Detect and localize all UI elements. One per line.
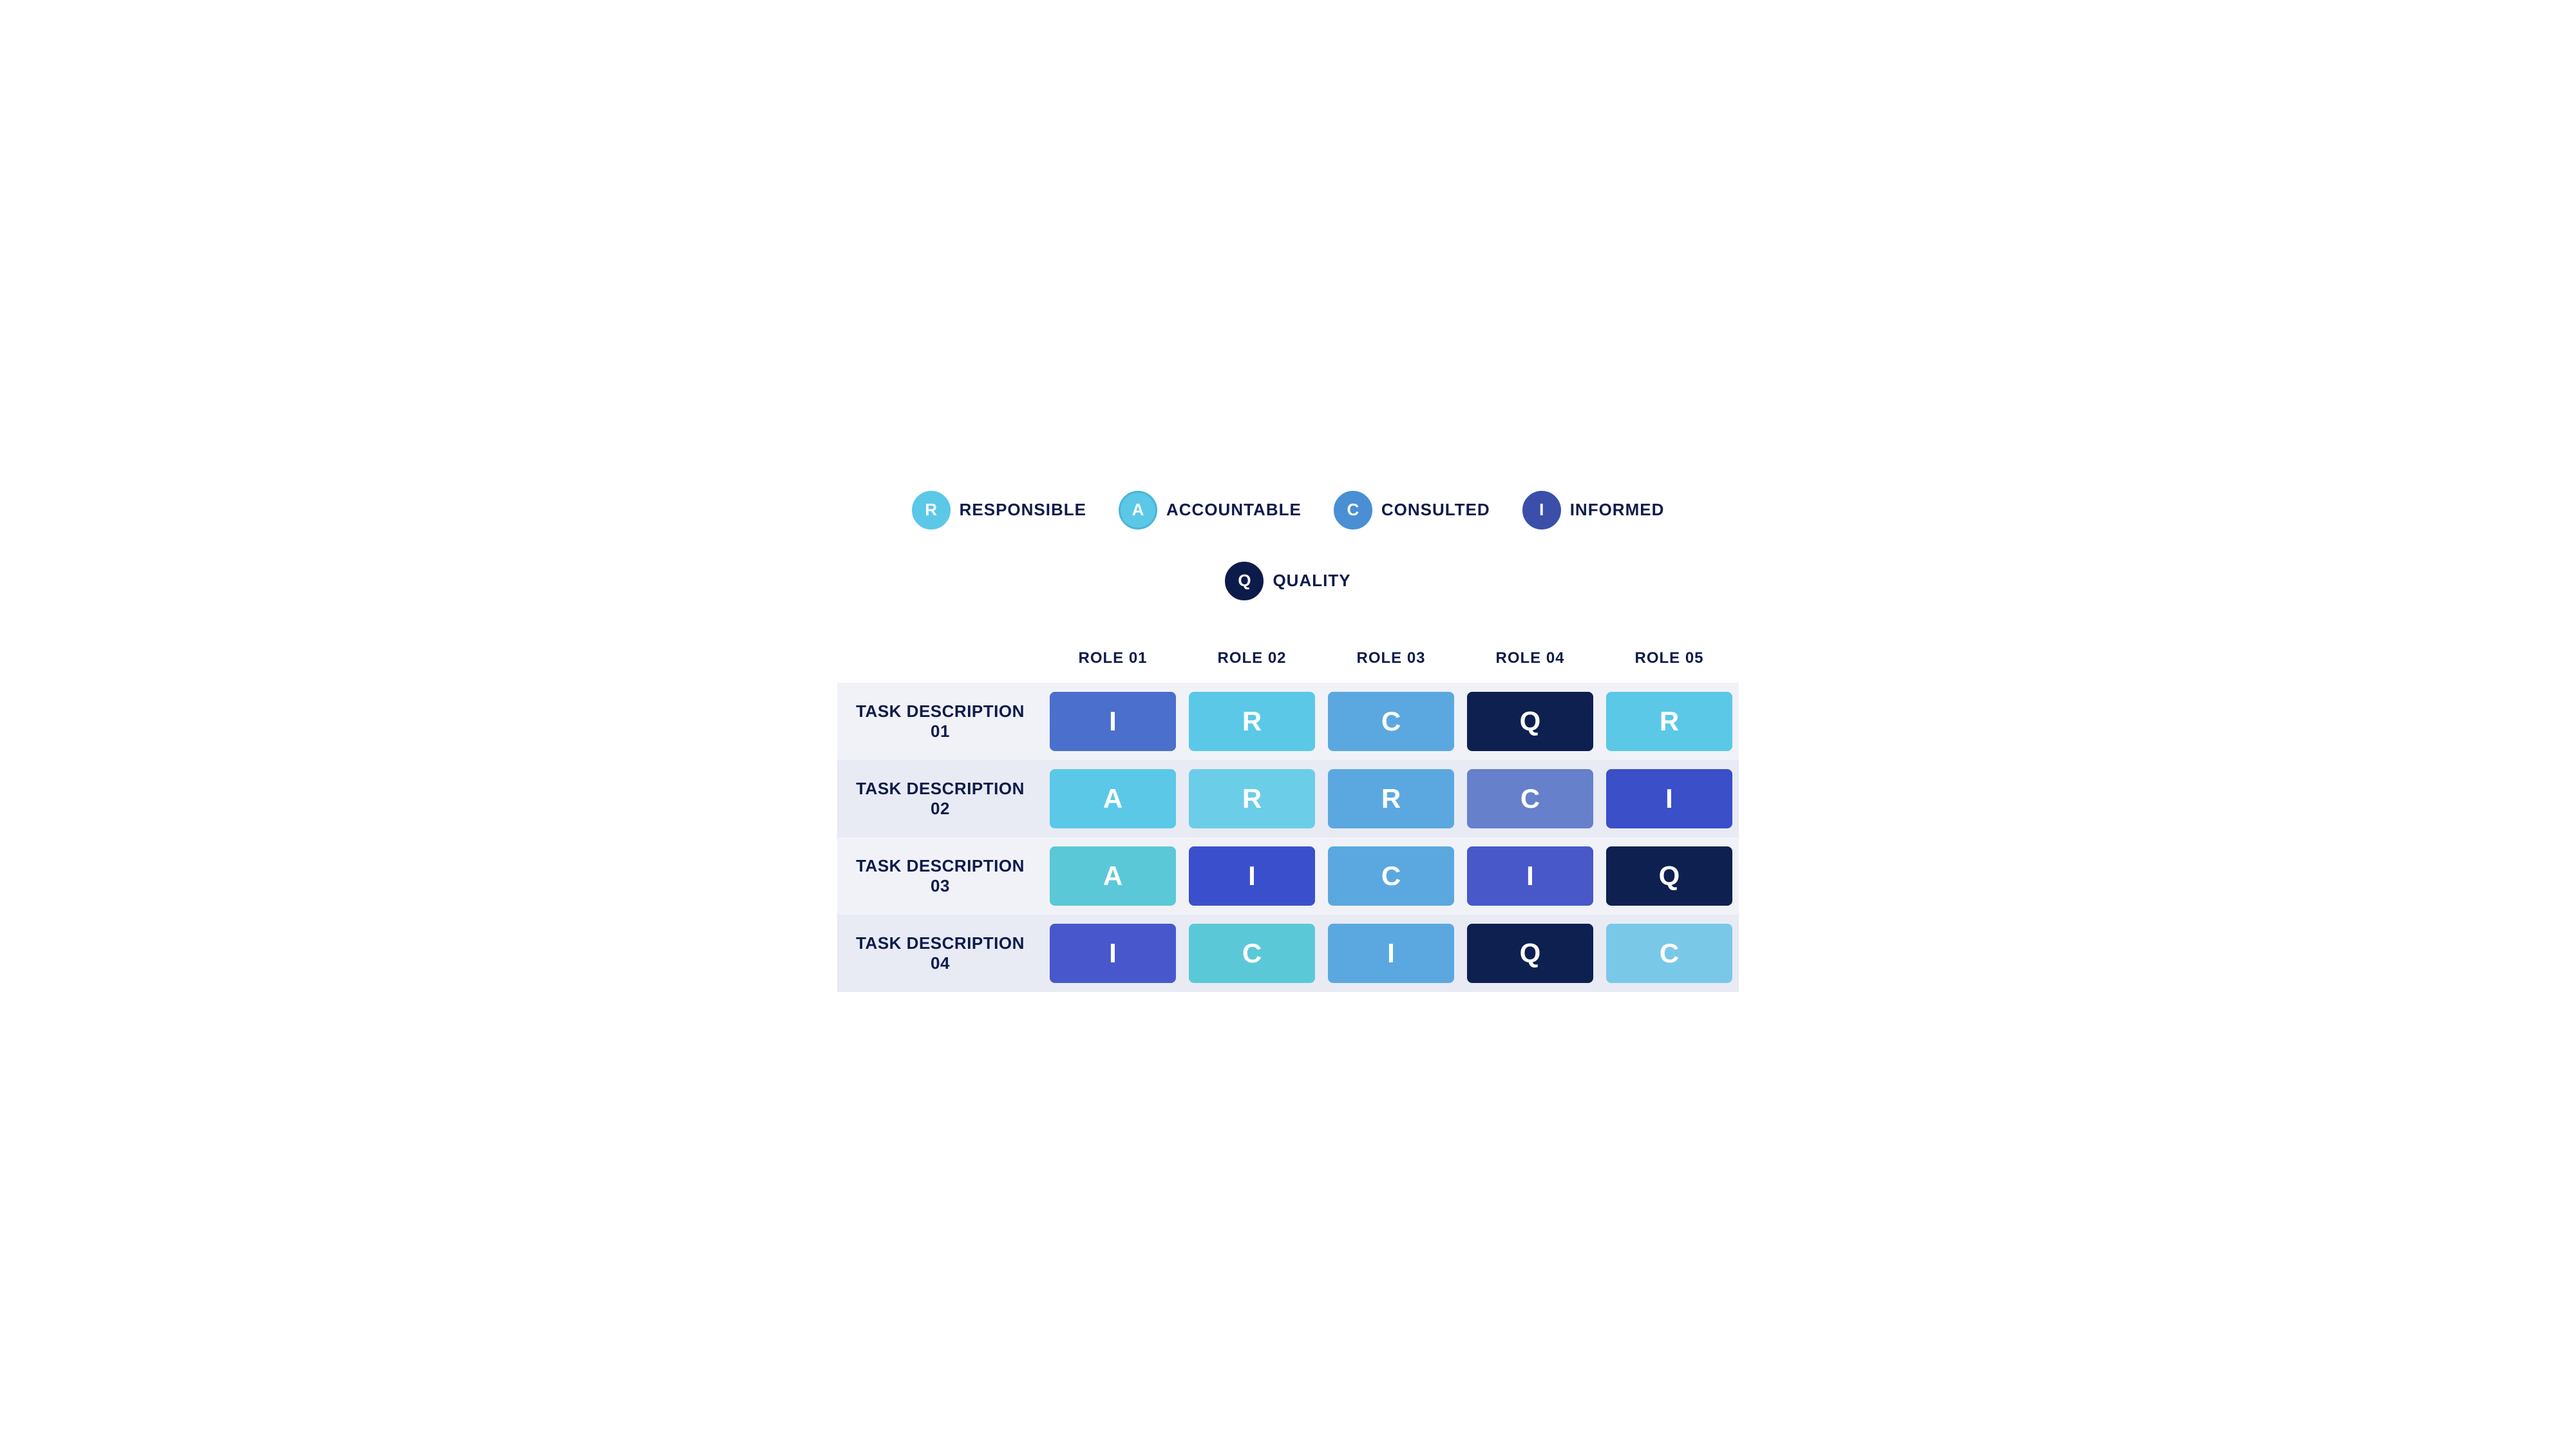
legend-circle-i: I (1522, 491, 1561, 529)
cell-r2-c5: I (1600, 760, 1739, 837)
badge-r3-c2: I (1189, 846, 1315, 906)
badge-r3-c5: Q (1606, 846, 1732, 906)
cell-r3-c5: Q (1600, 837, 1739, 915)
cell-r3-c1: A (1043, 837, 1182, 915)
badge-r2-c4: C (1467, 769, 1593, 828)
task-label-2: TASK DESCRIPTION 02 (837, 760, 1043, 837)
badge-r4-c5: C (1606, 924, 1732, 983)
legend-item-i: I INFORMED (1522, 491, 1665, 529)
col-header-0 (837, 639, 1043, 683)
cell-r4-c4: Q (1461, 915, 1600, 992)
legend: R RESPONSIBLE A ACCOUNTABLE C CONSULTED … (837, 491, 1739, 600)
table-row: TASK DESCRIPTION 04ICIQC (837, 915, 1739, 992)
badge-r1-c1: I (1050, 692, 1176, 751)
legend-label-q: QUALITY (1273, 571, 1350, 591)
header-row: ROLE 01ROLE 02ROLE 03ROLE 04ROLE 05 (837, 639, 1739, 683)
task-label-3: TASK DESCRIPTION 03 (837, 837, 1043, 915)
badge-r4-c4: Q (1467, 924, 1593, 983)
badge-r3-c1: A (1050, 846, 1176, 906)
matrix-header: ROLE 01ROLE 02ROLE 03ROLE 04ROLE 05 (837, 639, 1739, 683)
table-row: TASK DESCRIPTION 02ARRCI (837, 760, 1739, 837)
badge-r1-c4: Q (1467, 692, 1593, 751)
task-label-4: TASK DESCRIPTION 04 (837, 915, 1043, 992)
task-label-1: TASK DESCRIPTION 01 (837, 683, 1043, 760)
cell-r3-c3: C (1321, 837, 1461, 915)
legend-label-a: ACCOUNTABLE (1166, 500, 1302, 520)
badge-r2-c3: R (1328, 769, 1454, 828)
legend-label-c: CONSULTED (1381, 500, 1490, 520)
matrix-body: TASK DESCRIPTION 01IRCQRTASK DESCRIPTION… (837, 683, 1739, 992)
matrix-wrapper: ROLE 01ROLE 02ROLE 03ROLE 04ROLE 05 TASK… (837, 639, 1739, 992)
page-container: R RESPONSIBLE A ACCOUNTABLE C CONSULTED … (837, 459, 1739, 992)
badge-r3-c4: I (1467, 846, 1593, 906)
cell-r3-c4: I (1461, 837, 1600, 915)
badge-r1-c3: C (1328, 692, 1454, 751)
cell-r2-c3: R (1321, 760, 1461, 837)
badge-r4-c1: I (1050, 924, 1176, 983)
badge-r2-c2: R (1189, 769, 1315, 828)
legend-item-c: C CONSULTED (1334, 491, 1490, 529)
cell-r3-c2: I (1182, 837, 1321, 915)
legend-circle-r: R (912, 491, 951, 529)
cell-r4-c5: C (1600, 915, 1739, 992)
cell-r4-c3: I (1321, 915, 1461, 992)
cell-r1-c3: C (1321, 683, 1461, 760)
badge-r2-c1: A (1050, 769, 1176, 828)
legend-item-r: R RESPONSIBLE (912, 491, 1086, 529)
col-header-3: ROLE 03 (1321, 639, 1461, 683)
badge-r3-c3: C (1328, 846, 1454, 906)
cell-r1-c4: Q (1461, 683, 1600, 760)
badge-r2-c5: I (1606, 769, 1732, 828)
table-row: TASK DESCRIPTION 01IRCQR (837, 683, 1739, 760)
cell-r2-c2: R (1182, 760, 1321, 837)
badge-r4-c2: C (1189, 924, 1315, 983)
legend-circle-q: Q (1225, 562, 1264, 600)
col-header-1: ROLE 01 (1043, 639, 1182, 683)
legend-circle-c: C (1334, 491, 1372, 529)
badge-r4-c3: I (1328, 924, 1454, 983)
badge-r1-c5: R (1606, 692, 1732, 751)
col-header-5: ROLE 05 (1600, 639, 1739, 683)
legend-label-i: INFORMED (1570, 500, 1665, 520)
table-row: TASK DESCRIPTION 03AICIQ (837, 837, 1739, 915)
cell-r4-c2: C (1182, 915, 1321, 992)
legend-label-r: RESPONSIBLE (960, 500, 1086, 520)
badge-r1-c2: R (1189, 692, 1315, 751)
legend-item-q: Q QUALITY (1225, 562, 1350, 600)
col-header-2: ROLE 02 (1182, 639, 1321, 683)
cell-r1-c1: I (1043, 683, 1182, 760)
col-header-4: ROLE 04 (1461, 639, 1600, 683)
cell-r2-c1: A (1043, 760, 1182, 837)
cell-r1-c2: R (1182, 683, 1321, 760)
legend-circle-a: A (1119, 491, 1157, 529)
cell-r4-c1: I (1043, 915, 1182, 992)
cell-r2-c4: C (1461, 760, 1600, 837)
cell-r1-c5: R (1600, 683, 1739, 760)
legend-item-a: A ACCOUNTABLE (1119, 491, 1302, 529)
matrix-table: ROLE 01ROLE 02ROLE 03ROLE 04ROLE 05 TASK… (837, 639, 1739, 992)
